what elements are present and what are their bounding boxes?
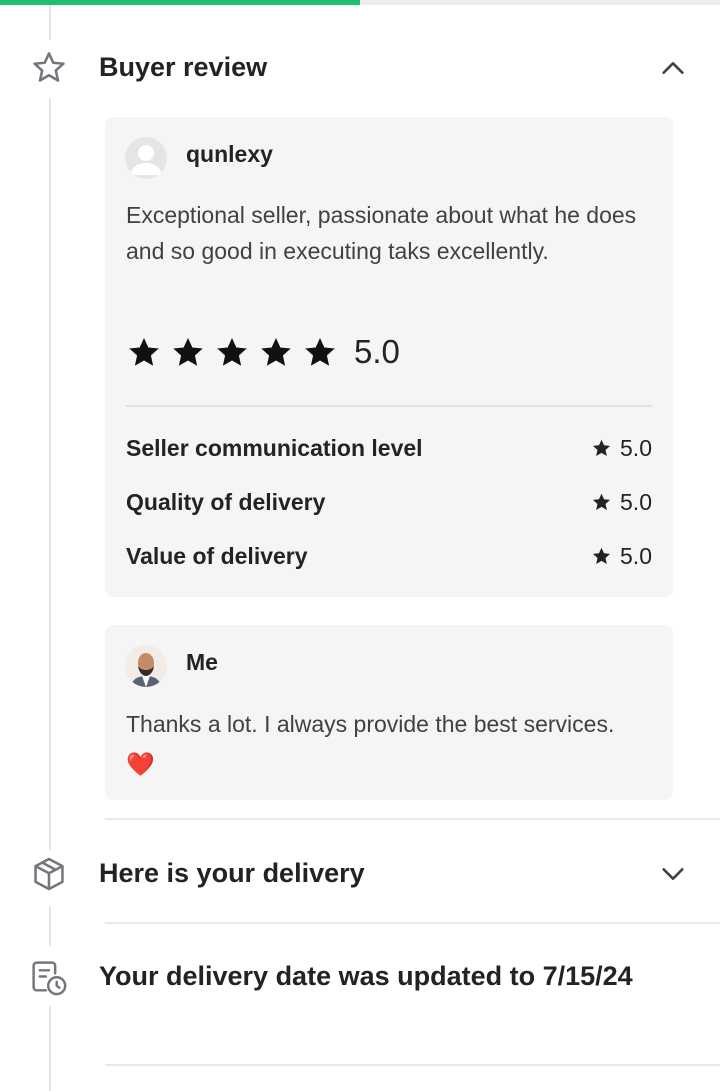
package-icon xyxy=(28,853,70,895)
review-text: Exceptional seller, passionate about wha… xyxy=(126,202,637,264)
star-icon xyxy=(173,338,203,366)
calendar-clock-icon xyxy=(28,957,70,999)
separator xyxy=(105,1064,720,1066)
rating-number: 5.0 xyxy=(620,489,652,515)
progress-fill xyxy=(0,0,360,5)
rating-value: 5.0 xyxy=(591,543,652,570)
rating-row-quality: Quality of delivery 5.0 xyxy=(126,489,652,519)
timeline-line xyxy=(49,5,51,1091)
star-icon xyxy=(592,493,611,510)
star-icon xyxy=(592,439,611,456)
buyer-review-title: Buyer review xyxy=(99,52,268,82)
star-icon xyxy=(592,547,611,564)
separator xyxy=(105,922,720,924)
star-icon xyxy=(217,338,247,366)
delivery-title[interactable]: Here is your delivery xyxy=(99,853,365,894)
chevron-down-icon[interactable] xyxy=(656,857,690,891)
rating-value: 5.0 xyxy=(591,435,652,462)
default-user-avatar xyxy=(125,137,167,179)
chevron-up-icon[interactable] xyxy=(656,51,690,85)
buyer-review-card: qunlexy Exceptional seller, passionate a… xyxy=(105,117,673,597)
delivery-date-updated-title: Your delivery date was updated to 7/15/2… xyxy=(99,961,633,991)
rating-row-value: Value of delivery 5.0 xyxy=(126,543,652,573)
rating-value: 5.0 xyxy=(591,489,652,516)
reply-message: Thanks a lot. I always provide the best … xyxy=(126,711,615,737)
star-icon xyxy=(305,338,335,366)
heart-emoji: ❤️ xyxy=(126,751,155,777)
overall-rating-value: 5.0 xyxy=(354,333,400,370)
rating-label: Seller communication level xyxy=(126,435,423,461)
reviewer-username: qunlexy xyxy=(186,141,273,167)
overall-star-rating xyxy=(126,335,338,371)
star-icon xyxy=(129,338,159,366)
user-photo-avatar xyxy=(125,645,167,687)
reply-text: Thanks a lot. I always provide the best … xyxy=(126,704,646,784)
rating-number: 5.0 xyxy=(620,543,652,569)
star-outline-icon xyxy=(28,47,70,89)
star-icon xyxy=(261,338,291,366)
progress-bar xyxy=(0,0,720,5)
rating-label: Quality of delivery xyxy=(126,489,326,515)
rating-label: Value of delivery xyxy=(126,543,308,569)
divider xyxy=(126,405,652,407)
seller-reply-card: Me Thanks a lot. I always provide the be… xyxy=(105,625,673,800)
rating-number: 5.0 xyxy=(620,435,652,461)
reply-username: Me xyxy=(186,649,218,675)
rating-row-communication: Seller communication level 5.0 xyxy=(126,435,652,465)
separator xyxy=(105,818,720,820)
